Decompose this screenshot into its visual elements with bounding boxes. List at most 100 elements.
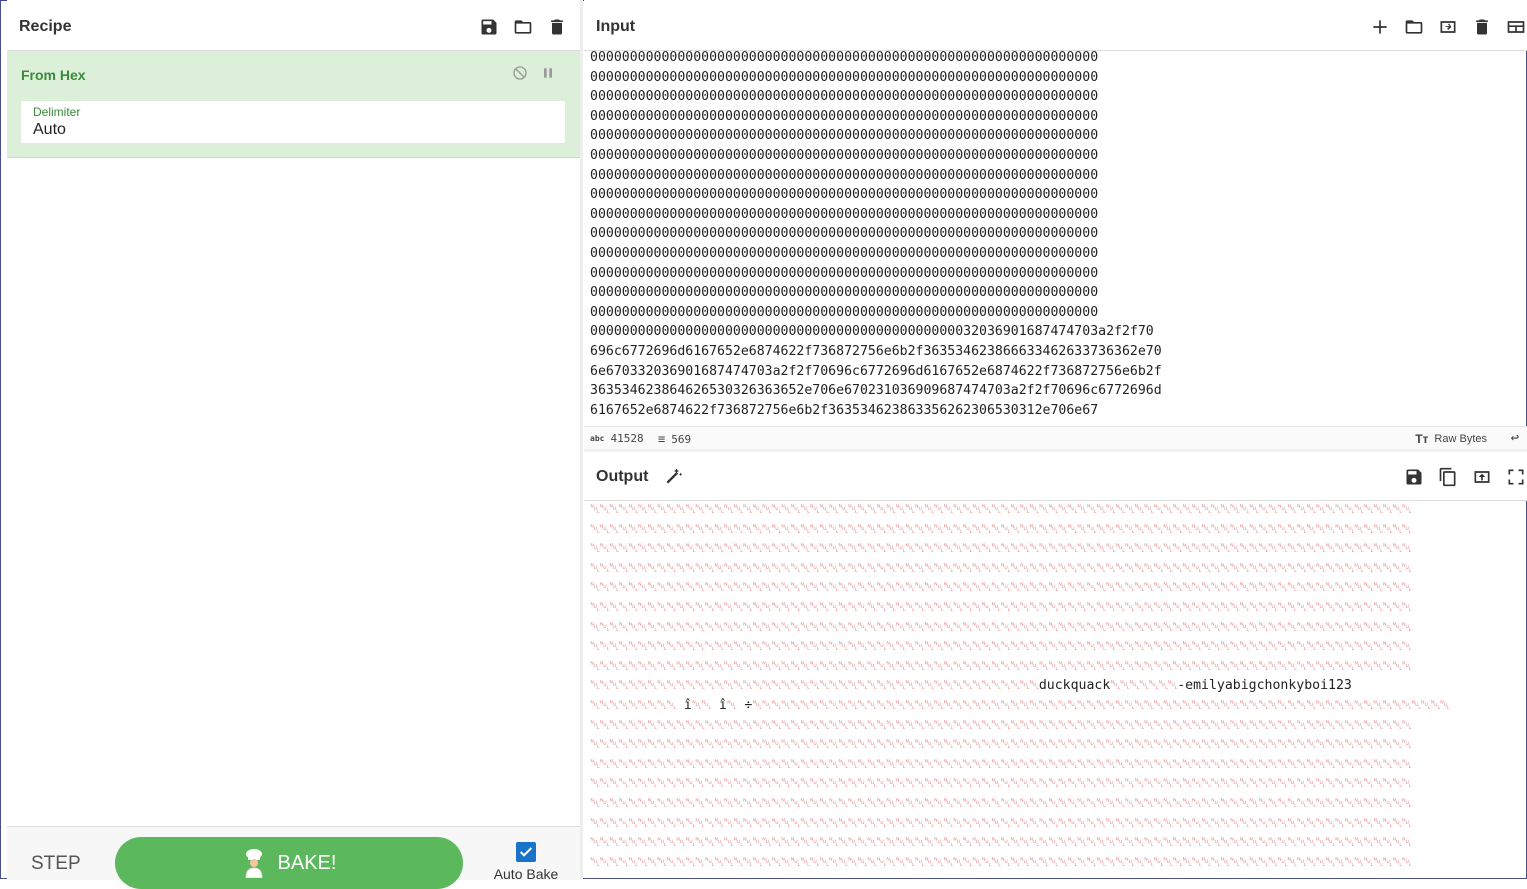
output-line: ␀␀␀␀␀␀␀␀␀␀␀␀␀␀␀␀␀␀␀␀␀␀␀␀␀␀␀␀␀␀␀␀␀␀␀␀␀␀␀␀… [590, 853, 1525, 873]
output-line: ␀␀␀␀␀␀␀␀␀␀␀␀␀␀␀␀␀␀␀␀␀␀␀␀␀␀␀␀␀␀␀␀␀␀␀␀␀␀␀␀… [590, 520, 1525, 540]
char-count-icon: abc [590, 434, 605, 443]
recipe-header: Recipe [7, 0, 580, 51]
output-pane: Output ␀␀␀␀␀␀␀␀␀␀␀␀␀␀␀␀␀␀␀␀␀␀␀␀␀␀␀␀␀␀␀␀␀… [584, 452, 1527, 879]
delimiter-value[interactable]: Auto [33, 121, 66, 139]
encoding-label[interactable]: Raw Bytes [1434, 433, 1487, 445]
input-line: 0000000000000000000000000000000000000000… [590, 69, 1099, 85]
bake-button[interactable]: BAKE! [115, 837, 463, 889]
step-button[interactable]: STEP [31, 853, 81, 875]
control-chars: ␀␀␀␀␀␀␀␀␀␀␀␀␀␀␀␀␀␀␀␀␀␀␀␀␀␀␀␀␀␀␀␀␀␀␀␀␀␀␀␀… [590, 658, 1412, 674]
control-chars: ␀␀␀␀␀␀␀␀␀␀␀␀␀␀␀␀␀␀␀␀␀␀␀␀␀␀␀␀␀␀␀␀␀␀␀␀␀␀␀␀… [590, 678, 1040, 694]
control-chars: ␀␀␀␀␀␀␀␀␀␀␀␀␀␀␀␀␀␀␀␀␀␀␀␀␀␀␀␀␀␀␀␀␀␀␀␀␀␀␀␀… [752, 697, 1450, 713]
magic-wand-icon[interactable] [664, 466, 684, 491]
control-chars: ␀␀␀␀␀␀␀␀␀ [590, 697, 677, 713]
vertical-splitter[interactable] [580, 0, 583, 879]
open-file-folder-icon[interactable] [1403, 16, 1425, 38]
input-line: 0000000000000000000000000000000000000000… [590, 167, 1099, 183]
control-chars: ␀␀␀␀␀␀␀␀␀␀␀␀␀␀␀␀␀␀␀␀␀␀␀␀␀␀␀␀␀␀␀␀␀␀␀␀␀␀␀␀… [590, 835, 1412, 851]
input-line: 0000000000000000000000000000000000000000… [590, 245, 1099, 261]
auto-bake-label: Auto Bake [493, 866, 559, 882]
open-folder-import-icon[interactable] [1437, 16, 1459, 38]
auto-bake-checkbox[interactable] [516, 842, 536, 862]
clear-recipe-trash-icon[interactable] [546, 16, 568, 38]
input-line: 0000000000000000000000000000000000000000… [590, 128, 1099, 144]
input-line: 0000000000000000000000000000000000000000… [590, 285, 1099, 301]
output-header: Output [584, 452, 1527, 501]
input-line: 0000000000000000000000000000000000000000… [590, 108, 1099, 124]
control-chars: ␀␀␀␀␀␀␀␀␀␀␀␀␀␀␀␀␀␀␀␀␀␀␀␀␀␀␀␀␀␀␀␀␀␀␀␀␀␀␀␀… [590, 521, 1412, 537]
input-line: 0000000000000000000000000000000000000000… [590, 206, 1099, 222]
input-line: 0000000000000000000000000000000000000000… [590, 265, 1099, 281]
control-chars: ␀␀␀␀␀␀␀␀␀␀␀␀␀␀␀␀␀␀␀␀␀␀␀␀␀␀␀␀␀␀␀␀␀␀␀␀␀␀␀␀… [590, 639, 1412, 655]
copy-output-icon[interactable] [1437, 466, 1459, 488]
save-recipe-icon[interactable] [478, 16, 500, 38]
load-recipe-folder-icon[interactable] [512, 16, 534, 38]
control-chars: ␀␀␀␀␀␀␀␀␀␀␀␀␀␀␀␀␀␀␀␀␀␀␀␀␀␀␀␀␀␀␀␀␀␀␀␀␀␀␀␀… [590, 717, 1412, 733]
replace-input-icon[interactable] [1471, 466, 1493, 488]
output-char: î [675, 697, 692, 713]
output-textarea[interactable]: ␀␀␀␀␀␀␀␀␀␀␀␀␀␀␀␀␀␀␀␀␀␀␀␀␀␀␀␀␀␀␀␀␀␀␀␀␀␀␀␀… [590, 500, 1525, 878]
control-chars: ␀␀␀␀␀␀␀ [1110, 678, 1178, 694]
text-encoding-icon: Tт [1415, 432, 1429, 446]
control-chars: ␀␀ [691, 697, 712, 713]
input-status-bar: abc 41528 ≡ 569 Tт Raw Bytes ↩ [584, 426, 1527, 449]
input-line: 6167652e6874622f736872756e6b2f3635346238… [590, 402, 1099, 418]
control-chars: ␀␀␀␀␀␀␀␀␀␀␀␀␀␀␀␀␀␀␀␀␀␀␀␀␀␀␀␀␀␀␀␀␀␀␀␀␀␀␀␀… [590, 737, 1412, 753]
disable-operation-icon[interactable] [512, 65, 528, 86]
input-line: 0000000000000000000000000000000000000000… [590, 50, 1099, 65]
output-line: ␀␀␀␀␀␀␀␀␀ î␀␀ î␀ ÷␀␀␀␀␀␀␀␀␀␀␀␀␀␀␀␀␀␀␀␀␀␀… [590, 696, 1525, 716]
recipe-pane: Recipe From Hex Delimiter Auto STEP BAKE… [7, 0, 581, 889]
word-wrap-icon[interactable]: ↩ [1511, 430, 1519, 446]
input-line: 0000000000000000000000000000000000000000… [590, 324, 1154, 340]
control-chars: ␀␀␀␀␀␀␀␀␀␀␀␀␀␀␀␀␀␀␀␀␀␀␀␀␀␀␀␀␀␀␀␀␀␀␀␀␀␀␀␀… [590, 599, 1412, 615]
output-line: ␀␀␀␀␀␀␀␀␀␀␀␀␀␀␀␀␀␀␀␀␀␀␀␀␀␀␀␀␀␀␀␀␀␀␀␀␀␀␀␀… [590, 559, 1525, 579]
input-textarea[interactable]: 0000000000000000000000000000000000000000… [590, 48, 1490, 420]
output-line: ␀␀␀␀␀␀␀␀␀␀␀␀␀␀␀␀␀␀␀␀␀␀␀␀␀␀␀␀␀␀␀␀␀␀␀␀␀␀␀␀… [590, 794, 1525, 814]
input-line: 0000000000000000000000000000000000000000… [590, 89, 1099, 105]
input-line: 0000000000000000000000000000000000000000… [590, 304, 1099, 320]
recipe-title: Recipe [19, 18, 72, 35]
bake-controls: STEP BAKE! Auto Bake [7, 826, 580, 889]
output-line: ␀␀␀␀␀␀␀␀␀␀␀␀␀␀␀␀␀␀␀␀␀␀␀␀␀␀␀␀␀␀␀␀␀␀␀␀␀␀␀␀… [590, 735, 1525, 755]
input-line: 0000000000000000000000000000000000000000… [590, 147, 1099, 163]
bake-label: BAKE! [277, 851, 337, 874]
control-chars: ␀␀␀␀␀␀␀␀␀␀␀␀␀␀␀␀␀␀␀␀␀␀␀␀␀␀␀␀␀␀␀␀␀␀␀␀␀␀␀␀… [590, 756, 1412, 772]
maximize-icon[interactable] [1505, 466, 1527, 488]
output-title: Output [596, 468, 649, 485]
chef-icon [245, 849, 263, 878]
output-line: ␀␀␀␀␀␀␀␀␀␀␀␀␀␀␀␀␀␀␀␀␀␀␀␀␀␀␀␀␀␀␀␀␀␀␀␀␀␀␀␀… [590, 637, 1525, 657]
pause-icon[interactable] [540, 65, 556, 86]
output-line: ␀␀␀␀␀␀␀␀␀␀␀␀␀␀␀␀␀␀␀␀␀␀␀␀␀␀␀␀␀␀␀␀␀␀␀␀␀␀␀␀… [590, 716, 1525, 736]
control-chars: ␀␀␀␀␀␀␀␀␀␀␀␀␀␀␀␀␀␀␀␀␀␀␀␀␀␀␀␀␀␀␀␀␀␀␀␀␀␀␀␀… [590, 815, 1412, 831]
input-title: Input [596, 18, 636, 35]
operation-from-hex[interactable]: From Hex Delimiter Auto [7, 51, 580, 158]
clear-input-trash-icon[interactable] [1471, 16, 1493, 38]
output-line: ␀␀␀␀␀␀␀␀␀␀␀␀␀␀␀␀␀␀␀␀␀␀␀␀␀␀␀␀␀␀␀␀␀␀␀␀␀␀␀␀… [590, 618, 1525, 638]
output-char: î [710, 697, 727, 713]
input-header: Input [584, 0, 1527, 51]
add-input-plus-icon[interactable] [1369, 16, 1391, 38]
delimiter-field[interactable]: Delimiter Auto [21, 101, 565, 143]
input-line: 696c6772696d6167652e6874622f736872756e6b… [590, 343, 1162, 359]
input-line: 363534623864626530326363652e706e67023103… [590, 383, 1162, 399]
reset-layout-icon[interactable] [1505, 16, 1527, 38]
output-line: ␀␀␀␀␀␀␀␀␀␀␀␀␀␀␀␀␀␀␀␀␀␀␀␀␀␀␀␀␀␀␀␀␀␀␀␀␀␀␀␀… [590, 657, 1525, 677]
input-line: 6e670332036901687474703a2f2f70696c677269… [590, 363, 1162, 379]
control-chars: ␀␀␀␀␀␀␀␀␀␀␀␀␀␀␀␀␀␀␀␀␀␀␀␀␀␀␀␀␀␀␀␀␀␀␀␀␀␀␀␀… [590, 795, 1412, 811]
control-chars: ␀␀␀␀␀␀␀␀␀␀␀␀␀␀␀␀␀␀␀␀␀␀␀␀␀␀␀␀␀␀␀␀␀␀␀␀␀␀␀␀… [590, 854, 1412, 870]
output-line: ␀␀␀␀␀␀␀␀␀␀␀␀␀␀␀␀␀␀␀␀␀␀␀␀␀␀␀␀␀␀␀␀␀␀␀␀␀␀␀␀… [590, 539, 1525, 559]
output-text-password: -emilyabigchonkyboi123 [1177, 678, 1352, 694]
input-pane: Input 0000000000000000000000000000000000… [584, 0, 1527, 450]
output-line: ␀␀␀␀␀␀␀␀␀␀␀␀␀␀␀␀␀␀␀␀␀␀␀␀␀␀␀␀␀␀␀␀␀␀␀␀␀␀␀␀… [590, 774, 1525, 794]
control-chars: ␀␀␀␀␀␀␀␀␀␀␀␀␀␀␀␀␀␀␀␀␀␀␀␀␀␀␀␀␀␀␀␀␀␀␀␀␀␀␀␀… [590, 580, 1412, 596]
output-line: ␀␀␀␀␀␀␀␀␀␀␀␀␀␀␀␀␀␀␀␀␀␀␀␀␀␀␀␀␀␀␀␀␀␀␀␀␀␀␀␀… [590, 500, 1525, 520]
line-count: 569 [671, 432, 692, 446]
output-text-duckquack: duckquack [1038, 678, 1111, 694]
delimiter-label: Delimiter [33, 105, 81, 119]
save-output-icon[interactable] [1403, 466, 1425, 488]
output-line: ␀␀␀␀␀␀␀␀␀␀␀␀␀␀␀␀␀␀␀␀␀␀␀␀␀␀␀␀␀␀␀␀␀␀␀␀␀␀␀␀… [590, 676, 1525, 696]
input-line: 0000000000000000000000000000000000000000… [590, 226, 1099, 242]
output-char: ÷ [736, 697, 753, 713]
auto-bake-toggle[interactable]: Auto Bake [493, 842, 559, 882]
output-line: ␀␀␀␀␀␀␀␀␀␀␀␀␀␀␀␀␀␀␀␀␀␀␀␀␀␀␀␀␀␀␀␀␀␀␀␀␀␀␀␀… [590, 833, 1525, 853]
